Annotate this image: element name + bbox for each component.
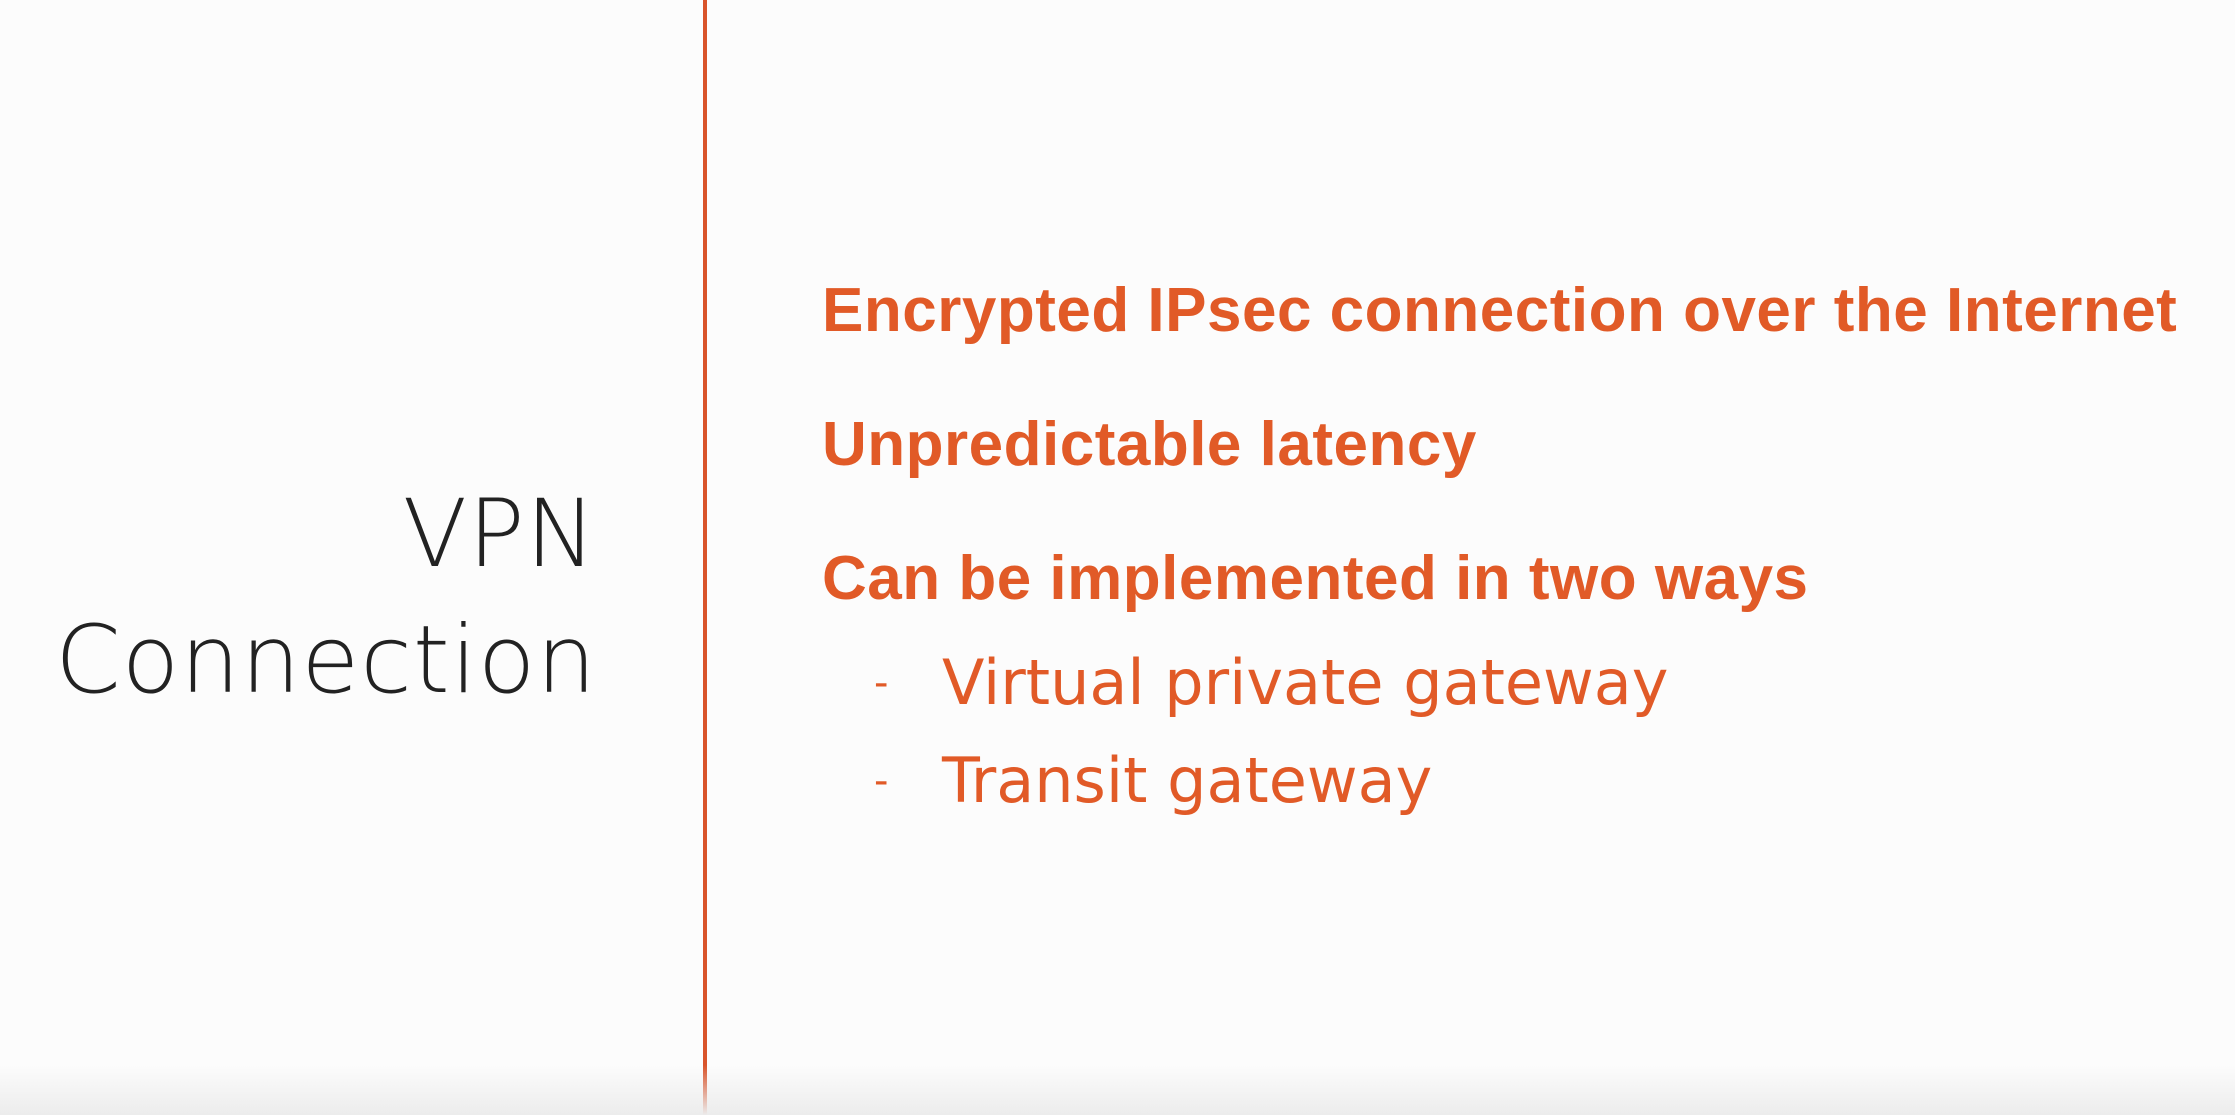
slide: VPN Connection Encrypted IPsec connectio… xyxy=(0,0,2235,1115)
slide-title-line-1: VPN xyxy=(402,480,597,589)
slide-title-line-2: Connection xyxy=(55,606,597,715)
vertical-divider xyxy=(703,0,707,1115)
list-item-label: Virtual private gateway xyxy=(942,646,1669,719)
dash-bullet: - xyxy=(874,660,889,706)
slide-title: VPN Connection xyxy=(55,472,597,724)
point-unpredictable-latency: Unpredictable latency xyxy=(822,410,1477,479)
implementation-list: - Virtual private gateway - Transit gate… xyxy=(822,634,2202,830)
point-encrypted-ipsec: Encrypted IPsec connection over the Inte… xyxy=(822,276,2178,345)
list-item-label: Transit gateway xyxy=(942,744,1433,817)
list-item-virtual-private-gateway: - Virtual private gateway xyxy=(822,634,2202,732)
list-item-transit-gateway: - Transit gateway xyxy=(822,732,2202,830)
point-implementation-ways: Can be implemented in two ways xyxy=(822,544,1809,613)
content-area: Encrypted IPsec connection over the Inte… xyxy=(822,270,2202,830)
dash-bullet: - xyxy=(874,758,889,804)
bottom-shadow xyxy=(0,1065,2235,1115)
